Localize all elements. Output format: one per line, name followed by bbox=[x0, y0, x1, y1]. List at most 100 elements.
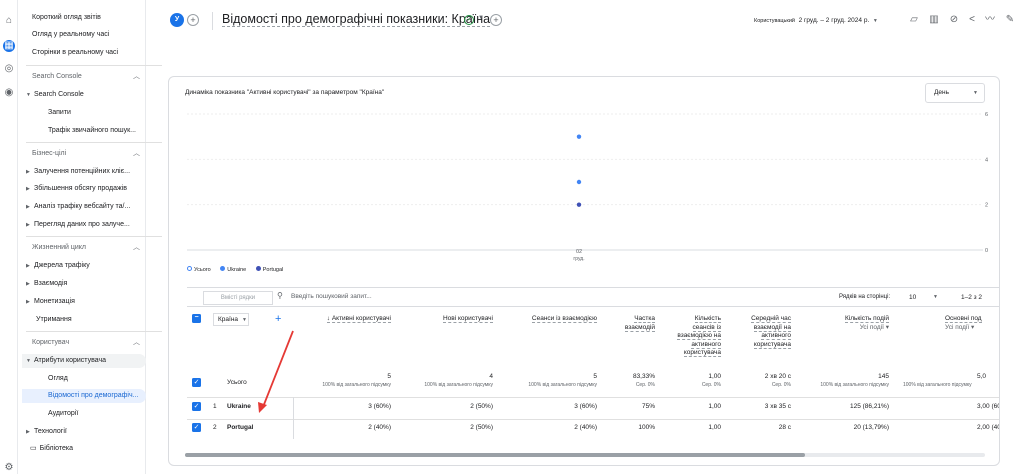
column-header-engagement-rate[interactable]: Частка взаємодій bbox=[615, 315, 655, 332]
rows-filter-input[interactable]: Вмісті рядки bbox=[203, 291, 273, 305]
section-search-console[interactable]: Search Console ︿ bbox=[22, 70, 146, 84]
sidebar-group-user-attributes[interactable]: ▼ Атрибути користувача bbox=[22, 354, 146, 368]
sidebar-item-retention[interactable]: Утримання bbox=[22, 313, 146, 327]
data-point-portugal[interactable] bbox=[576, 202, 582, 207]
sidebar-group-engagement-data[interactable]: ▶ Перегляд даних про залуче... bbox=[22, 218, 146, 232]
arrow-head bbox=[258, 402, 267, 413]
cell-engaged-sessions: 2 (40%) bbox=[574, 424, 597, 431]
section-user[interactable]: Користувач ︿ bbox=[22, 336, 146, 350]
legend-item-portugal[interactable]: Portugal bbox=[255, 266, 288, 273]
dimension-select[interactable]: Країна ▼ bbox=[213, 313, 249, 326]
column-label: Сеанси із взаємодією bbox=[531, 315, 597, 323]
section-label: Search Console bbox=[32, 73, 82, 80]
sidebar-group-tech[interactable]: ▶ Технології bbox=[22, 425, 146, 439]
reports-icon[interactable]: ▦ bbox=[3, 40, 15, 52]
home-icon[interactable]: ⌂ bbox=[3, 15, 15, 27]
check-circle-icon[interactable]: ✓ bbox=[464, 15, 474, 25]
check-status-icon[interactable]: ⊘ bbox=[948, 14, 960, 26]
chevron-down-icon[interactable]: ▼ bbox=[478, 15, 484, 21]
sidebar-item-audiences[interactable]: Аудиторії bbox=[22, 407, 146, 421]
compare-icon[interactable]: ▥ bbox=[928, 14, 940, 26]
group-label: Технології bbox=[34, 428, 67, 435]
share-icon[interactable]: < bbox=[966, 14, 978, 26]
horizontal-scrollbar[interactable] bbox=[185, 453, 985, 457]
table-toolbar: Вмісті рядки ⚲ Введіть пошуковий запит..… bbox=[187, 287, 999, 307]
column-header-key-events[interactable]: Основні под Усі події ▾ bbox=[911, 315, 989, 332]
section-label: Бізнес-цілі bbox=[32, 150, 67, 157]
cell-engagement-rate: 75% bbox=[641, 403, 655, 410]
cell-engaged-sessions: 3 (60%) bbox=[574, 403, 597, 410]
column-header-avg-engagement-time[interactable]: Середній час взаємодії на активного кори… bbox=[739, 315, 791, 349]
sidebar-item-library[interactable]: ▭ Бібліотека bbox=[22, 442, 146, 456]
divider bbox=[26, 142, 162, 143]
sidebar-group-sales[interactable]: ▶ Збільшення обсягу продажів bbox=[22, 182, 146, 196]
column-header-new-users[interactable]: Нові користувачі bbox=[405, 315, 493, 324]
avatar[interactable]: У bbox=[170, 13, 184, 27]
sidebar-item-realtime-pages[interactable]: Сторінки в реальному часі bbox=[22, 46, 146, 60]
date-range-picker[interactable]: Користувацький 2 груд. – 2 груд. 2024 р.… bbox=[754, 17, 878, 24]
edit-icon[interactable]: ✎ bbox=[1004, 14, 1016, 26]
column-header-event-count[interactable]: Кількість подій Усі події ▾ bbox=[801, 315, 889, 332]
insights-icon[interactable]: ▱ bbox=[908, 14, 920, 26]
date-label: Користувацький bbox=[754, 18, 795, 24]
explore-icon[interactable]: ◎ bbox=[3, 63, 15, 75]
row-country[interactable]: Portugal bbox=[227, 424, 253, 431]
sidebar-item-organic-search[interactable]: Трафік звичайного пошук... bbox=[22, 124, 146, 138]
row-checkbox[interactable]: ✓ bbox=[192, 402, 201, 411]
cell-sessions-per-user: 1,00 bbox=[708, 403, 721, 410]
select-all-checkbox[interactable]: − bbox=[192, 314, 201, 323]
group-label: Search Console bbox=[34, 91, 84, 98]
total-avg-engagement-time: 2 хв 20 с Сер. 0% bbox=[764, 373, 791, 388]
legend-swatch-ukraine bbox=[220, 266, 226, 271]
row-divider bbox=[187, 419, 999, 420]
row-country[interactable]: Ukraine bbox=[227, 403, 251, 410]
caret-down-icon[interactable]: ▼ bbox=[933, 294, 938, 300]
column-header-sessions-per-user[interactable]: Кількість сеансів із взаємодією на актив… bbox=[673, 315, 721, 358]
add-filter-button[interactable]: + bbox=[490, 14, 502, 26]
totals-label: Усього bbox=[227, 379, 247, 386]
sidebar-item-snapshot[interactable]: Короткий огляд звітів bbox=[22, 11, 146, 25]
caret-down-icon: ▼ bbox=[242, 317, 247, 323]
advertising-icon[interactable]: ◉ bbox=[3, 87, 15, 99]
reports-sidebar: Короткий огляд звітів Огляд у реальному … bbox=[22, 0, 162, 474]
sidebar-item-queries[interactable]: Запити bbox=[22, 106, 146, 120]
dimension-label: Країна bbox=[218, 316, 239, 323]
column-sub-filter[interactable]: Усі події ▾ bbox=[860, 324, 889, 331]
sidebar-group-monetization[interactable]: ▶ Монетизація bbox=[22, 295, 146, 309]
sidebar-group-search-console[interactable]: ▼ Search Console bbox=[22, 88, 146, 102]
sidebar-group-traffic[interactable]: ▶ Аналіз трафіку вебсайту та/... bbox=[22, 200, 146, 214]
data-point-ukraine[interactable] bbox=[576, 179, 582, 185]
sidebar-item-realtime-overview[interactable]: Огляд у реальному часі bbox=[22, 28, 146, 42]
legend-item-total[interactable]: Усього bbox=[187, 266, 215, 273]
row-number: 1 bbox=[213, 403, 217, 410]
search-input[interactable]: Введіть пошуковий запит... bbox=[291, 293, 372, 300]
trend-icon[interactable]: 〰 bbox=[984, 14, 996, 26]
add-dimension-button[interactable]: + bbox=[275, 313, 281, 325]
date-range-value: 2 груд. – 2 груд. 2024 р. bbox=[798, 17, 870, 24]
sidebar-item-overview[interactable]: Огляд bbox=[22, 372, 146, 386]
cell-key-events: 2,00 (40 bbox=[977, 424, 999, 431]
total-new-users: 4 100% від загального підсумку bbox=[424, 373, 493, 388]
sidebar-group-acquisition[interactable]: ▶ Джерела трафіку bbox=[22, 259, 146, 273]
legend-item-ukraine[interactable]: Ukraine bbox=[220, 266, 250, 273]
sidebar-item-demographics[interactable]: Відомості про демографіч... bbox=[22, 389, 146, 403]
data-point-total[interactable] bbox=[576, 134, 582, 139]
add-comparison-button[interactable]: + bbox=[187, 14, 199, 26]
divider bbox=[26, 236, 162, 237]
settings-icon[interactable]: ⚙ bbox=[3, 462, 15, 474]
row-checkbox[interactable]: ✓ bbox=[192, 423, 201, 432]
sidebar-group-engagement[interactable]: ▶ Взаємодія bbox=[22, 277, 146, 291]
sidebar-group-leads[interactable]: ▶ Залучення потенційних кліє... bbox=[22, 165, 146, 179]
rows-per-page-select[interactable]: 10 bbox=[909, 294, 916, 301]
totals-checkbox[interactable]: ✓ bbox=[192, 378, 201, 387]
column-header-active-users[interactable]: ↓ Активні користувачі bbox=[297, 315, 391, 324]
dimension-column-divider bbox=[293, 397, 294, 439]
cell-event-count: 20 (13,79%) bbox=[853, 424, 889, 431]
column-label: ↓ Активні користувачі bbox=[326, 315, 391, 323]
section-lifecycle[interactable]: Жизненний цикл ︿ bbox=[22, 241, 146, 255]
scrollbar-thumb[interactable] bbox=[185, 453, 805, 457]
column-sub-filter[interactable]: Усі події ▾ bbox=[945, 324, 974, 331]
total-sessions-per-user: 1,00 Сер. 0% bbox=[701, 373, 721, 388]
section-business[interactable]: Бізнес-цілі ︿ bbox=[22, 147, 146, 161]
column-header-engaged-sessions[interactable]: Сеанси із взаємодією bbox=[507, 315, 597, 324]
